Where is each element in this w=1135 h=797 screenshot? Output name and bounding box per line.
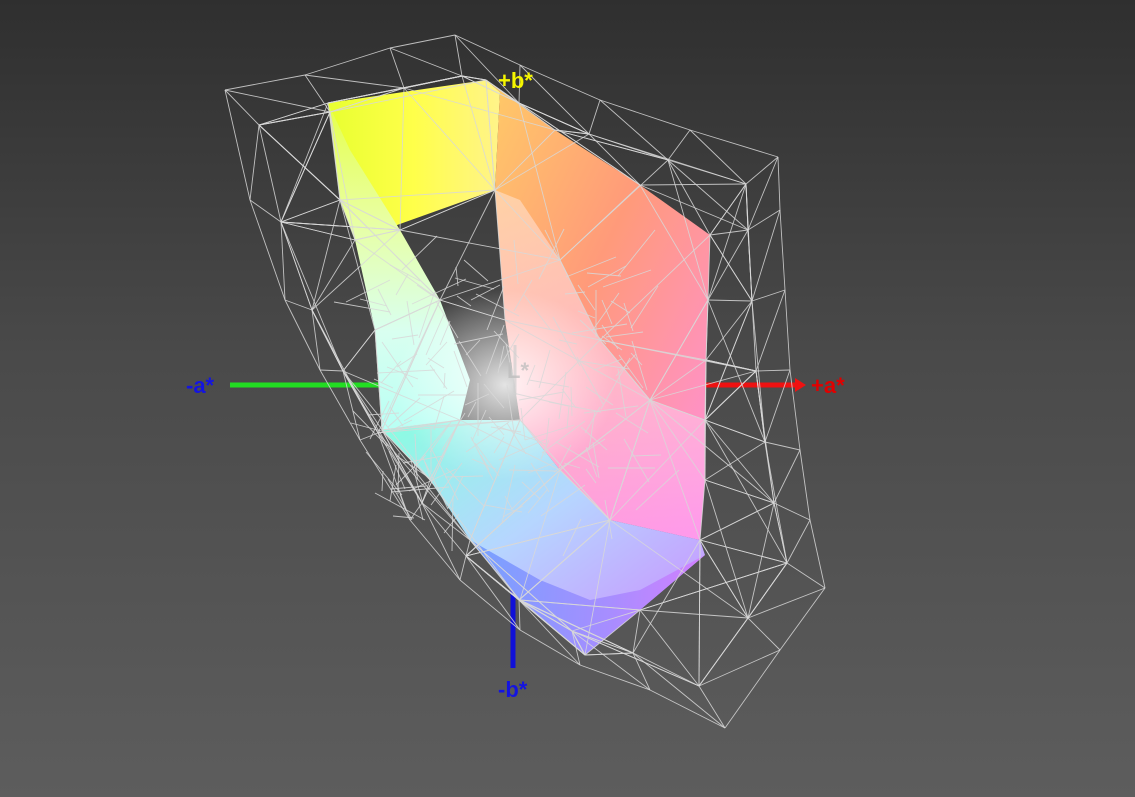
wire-edge — [280, 111, 331, 223]
wire-edge — [764, 441, 801, 451]
wire-edge — [786, 519, 811, 564]
wire-edge — [304, 47, 391, 76]
wire-edge — [707, 299, 753, 302]
wire-edge — [745, 156, 779, 185]
lightness-label: L* — [507, 358, 529, 383]
wire-edge — [389, 34, 456, 49]
wire-edge — [773, 449, 801, 504]
wire-edge — [280, 221, 313, 311]
wire-edge — [799, 449, 811, 521]
wire-edge — [751, 209, 781, 302]
wire-edge — [311, 239, 356, 311]
plus-a-label: +a* — [811, 373, 845, 398]
wire-edge — [280, 221, 286, 301]
wire-edge — [280, 221, 344, 372]
wire-edge — [704, 419, 788, 564]
wire-edge — [809, 519, 826, 589]
wire-edge — [747, 587, 826, 619]
wire-edge — [579, 664, 651, 691]
wire-edge — [704, 479, 749, 619]
wire-edge — [459, 555, 467, 581]
wire-edge — [632, 652, 726, 729]
wire-edge — [667, 129, 691, 161]
wire-edge — [632, 652, 700, 687]
wire-edge — [689, 129, 779, 158]
gamut-3d-plot[interactable]: +b* -b* +a* -a* L* — [0, 0, 1135, 797]
wire-edge — [387, 478, 413, 521]
wire-edge — [755, 289, 786, 372]
wire-edge — [381, 470, 384, 492]
gamut-view[interactable]: +b* -b* +a* -a* L* — [0, 0, 1135, 797]
wire-edge — [773, 502, 811, 521]
wire-edge — [698, 617, 749, 687]
wire-edge — [747, 617, 781, 651]
wire-edge — [258, 124, 282, 223]
wire-edge — [319, 369, 344, 372]
wire-edge — [342, 329, 376, 372]
wire-edge — [571, 630, 651, 691]
wire-edge — [258, 124, 341, 201]
wire-edge — [463, 259, 489, 282]
wire-edge — [639, 183, 747, 186]
wire-edge — [224, 74, 306, 91]
wire-edge — [764, 369, 791, 443]
wire-edge — [777, 156, 781, 211]
wire-edge — [588, 99, 601, 135]
wire-edge — [280, 102, 329, 223]
wire-edge — [724, 649, 781, 729]
wire-edge — [224, 89, 331, 113]
wire-edge — [249, 124, 260, 201]
wire-edge — [689, 129, 747, 185]
minus-a-label: -a* — [186, 373, 215, 398]
wire-edge — [518, 599, 521, 631]
wire-edge — [751, 289, 786, 302]
wire-edge — [755, 369, 791, 372]
wire-edge — [280, 199, 341, 223]
plus-b-label: +b* — [498, 68, 533, 93]
wire-edge — [639, 609, 700, 687]
wire-edge — [319, 369, 361, 441]
wire-edge — [304, 74, 405, 89]
wire-edge — [699, 539, 749, 619]
wire-edge — [311, 309, 344, 372]
wire-edge — [704, 441, 766, 481]
wire-edge — [224, 89, 251, 201]
wire-edge — [311, 199, 341, 311]
wire-edge — [454, 34, 521, 66]
wire-edge — [705, 359, 757, 372]
wire-edge — [365, 451, 403, 496]
wire-edge — [784, 289, 791, 371]
wire-edge — [599, 99, 691, 131]
wire-edge — [389, 47, 463, 77]
plus-a-arrow — [795, 378, 806, 392]
wire-edge — [779, 209, 786, 291]
wire-edge — [284, 299, 321, 371]
wire-edge — [709, 229, 749, 236]
wire-edge — [747, 156, 779, 231]
wire-edge — [704, 300, 753, 421]
wire-edge — [699, 539, 788, 564]
wire-edge — [745, 183, 749, 231]
wire-edge — [704, 479, 775, 504]
wire-edge — [786, 562, 826, 589]
minus-b-label: -b* — [498, 677, 528, 702]
wire-edge — [779, 587, 826, 651]
wire-edge — [709, 234, 753, 302]
wire-edge — [698, 539, 701, 687]
wire-edge — [224, 89, 260, 126]
wire-edge — [389, 47, 405, 89]
wire-edge — [747, 502, 775, 619]
